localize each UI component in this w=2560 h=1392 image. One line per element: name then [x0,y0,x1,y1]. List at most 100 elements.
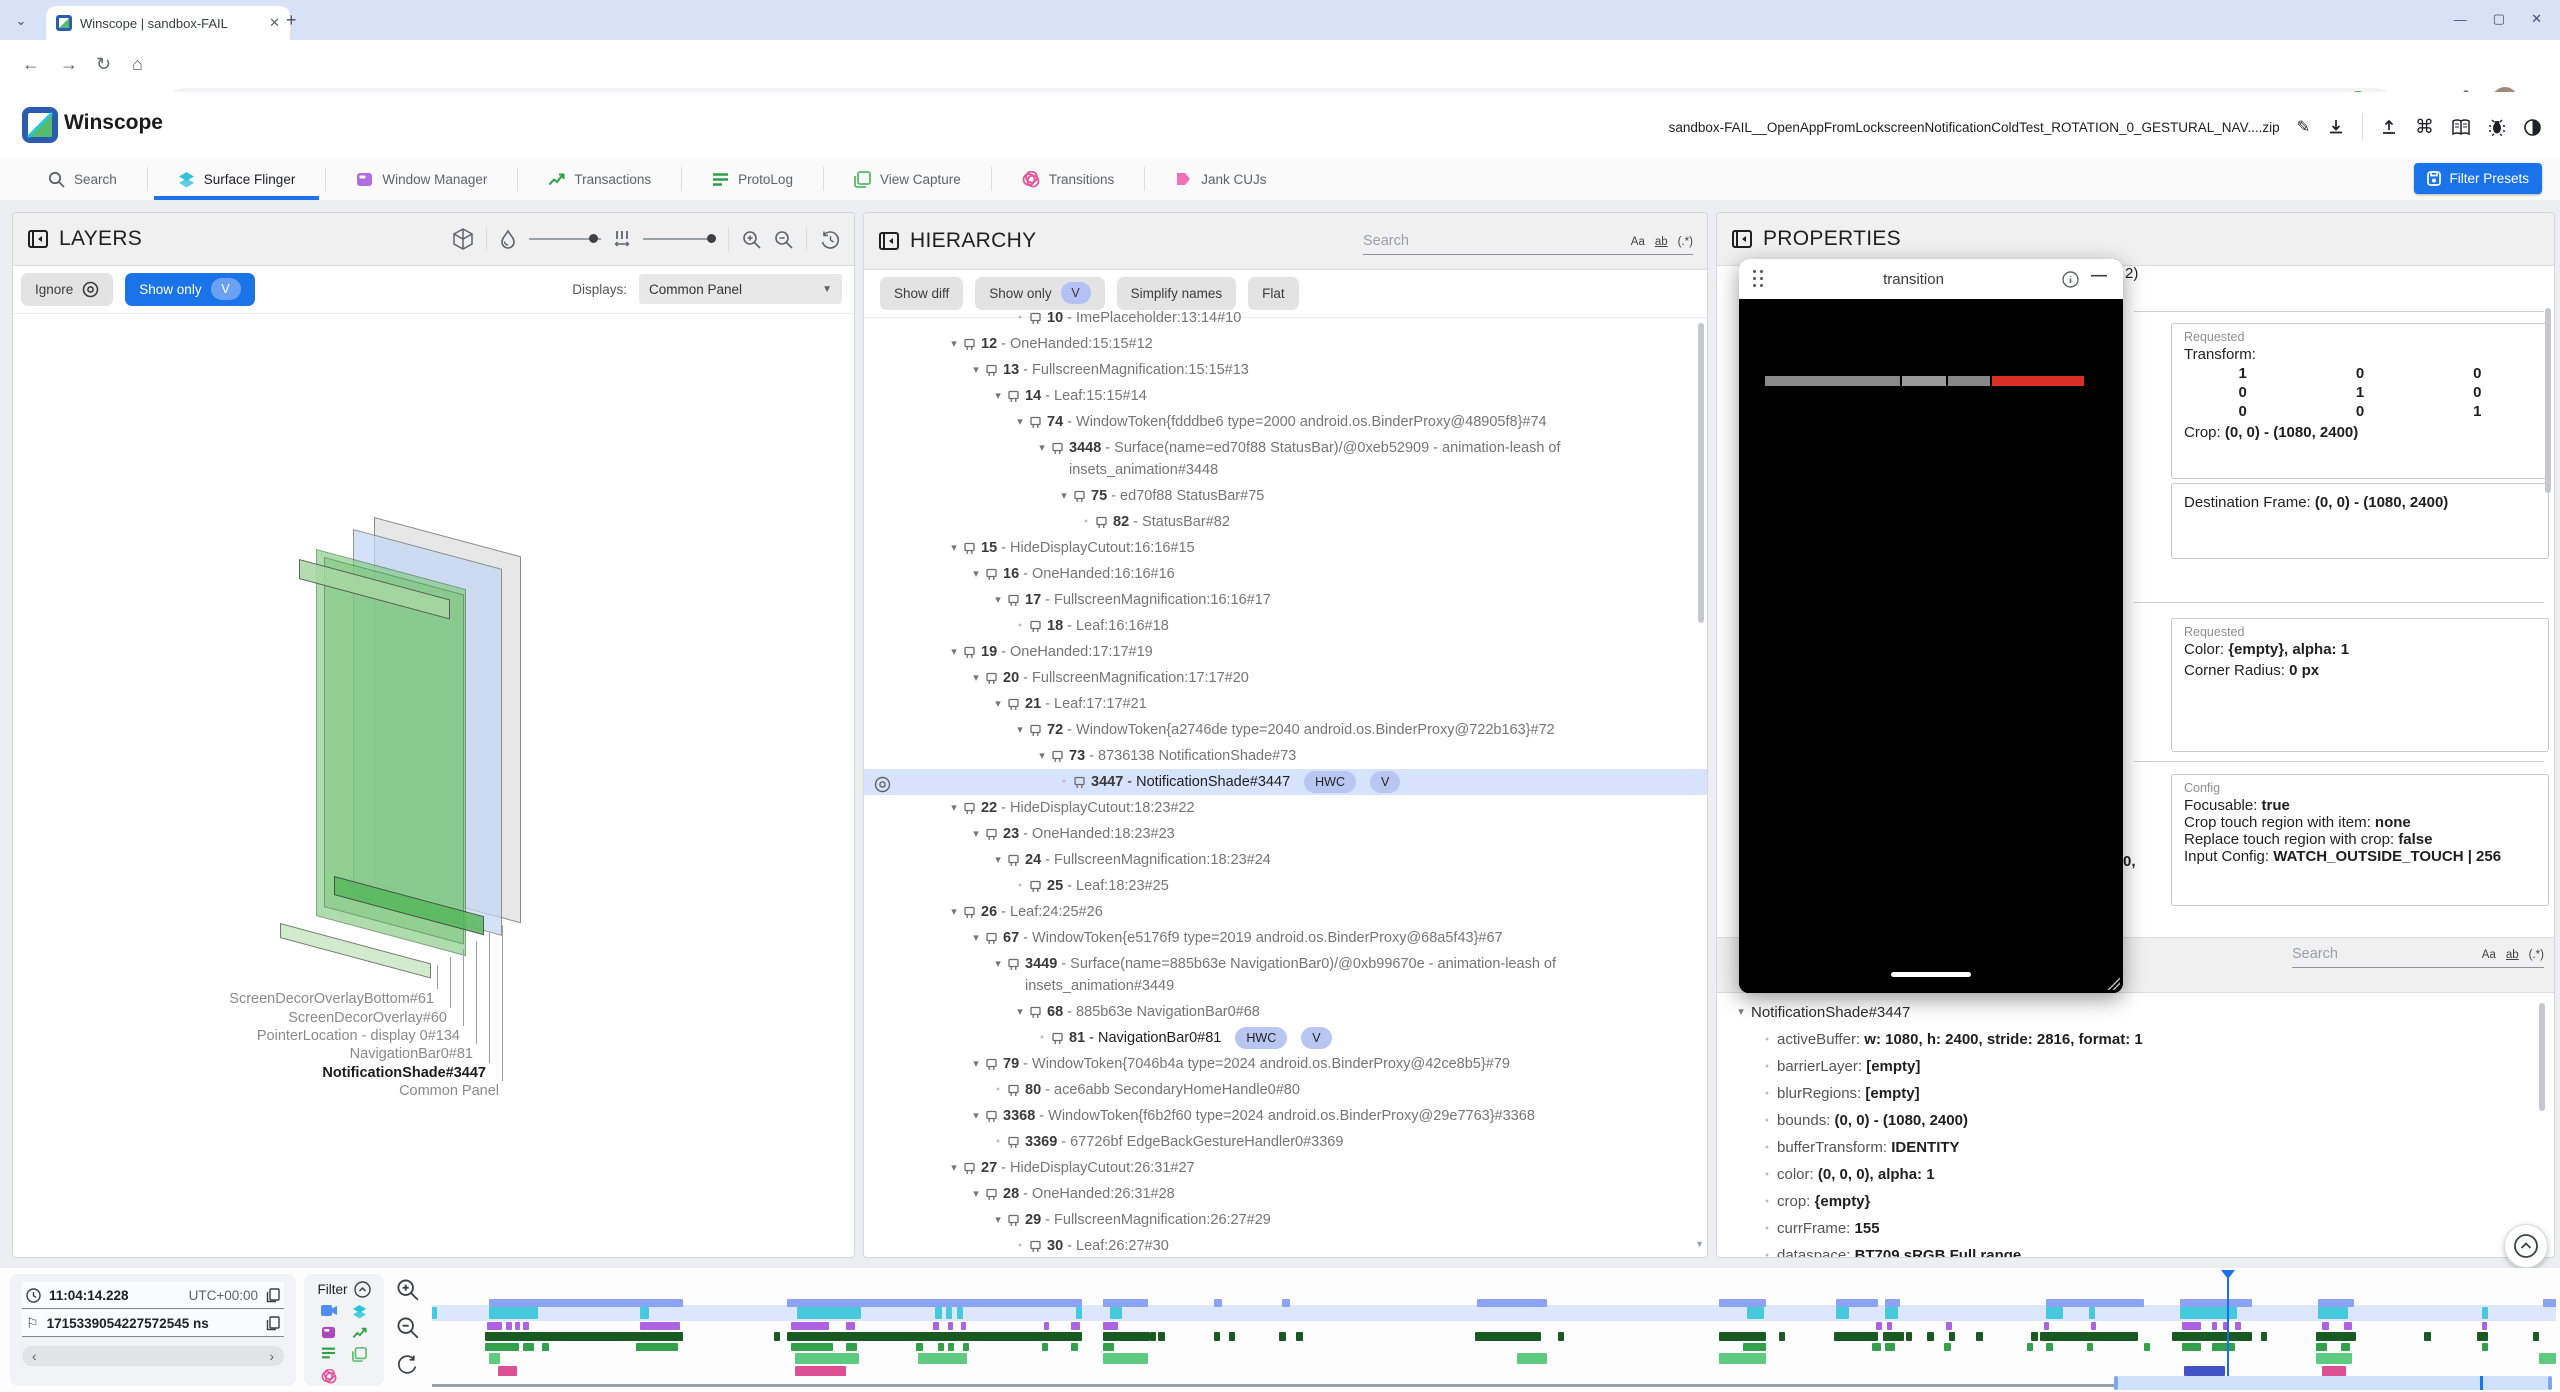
tab-search[interactable]: Search [18,158,147,200]
hierarchy-row[interactable]: ●18 - Leaf:16:16#18 [864,613,1707,639]
expand-arrow-icon[interactable]: ▾ [944,639,964,665]
property-row[interactable]: ●activeBuffer: w: 1080, h: 2400, stride:… [1757,1026,2554,1053]
upload-icon[interactable] [2380,118,2398,136]
tab-search-icon[interactable]: ⌄ [8,8,34,34]
scroll-right-icon[interactable]: › [269,1348,274,1364]
expand-arrow-icon[interactable]: ▾ [966,1181,986,1207]
expand-arrow-icon[interactable]: ▾ [1032,435,1052,461]
layer-label[interactable]: Common Panel [169,1083,499,1099]
property-row[interactable]: ●currFrame: 155 [1757,1215,2554,1242]
expand-arrow-icon[interactable]: ▾ [1010,717,1030,743]
zoom-out-icon[interactable] [774,230,793,249]
hierarchy-row[interactable]: ▾16 - OneHanded:16:16#16 [864,561,1707,587]
hierarchy-scrollbar[interactable] [1698,323,1704,623]
view-capture-icon[interactable] [352,1347,367,1362]
expand-arrow-icon[interactable]: ▾ [988,383,1008,409]
hierarchy-row[interactable]: ●25 - Leaf:18:23#25 [864,873,1707,899]
whole-word-toggle[interactable]: ab [1655,236,1668,248]
timeline-cursor[interactable] [2227,1270,2229,1378]
docs-book-icon[interactable] [2451,119,2471,136]
properties-search[interactable]: Search Aa ab (.*) [2292,946,2544,968]
download-icon[interactable] [2327,118,2345,136]
hierarchy-row[interactable]: ●3447 - NotificationShade#3447HWCV [864,769,1707,795]
timeline-track-transitions[interactable] [432,1366,2556,1376]
hierarchy-row[interactable]: ▾67 - WindowToken{e5176f9 type=2019 andr… [864,925,1707,951]
property-row[interactable]: ●dataspace: BT709 sRGB Full range [1757,1242,2554,1257]
edit-icon[interactable]: ✎ [2297,117,2310,137]
collapse-panel-icon[interactable] [27,228,49,250]
hierarchy-row[interactable]: ▾3449 - Surface(name=885b63e NavigationB… [864,951,1707,999]
hierarchy-row[interactable]: ▾28 - OneHanded:26:31#28 [864,1181,1707,1207]
tab-close-icon[interactable]: ✕ [269,15,280,31]
hierarchy-row[interactable]: ▾68 - 885b63e NavigationBar0#68 [864,999,1707,1025]
hierarchy-row[interactable]: ▾3368 - WindowToken{f6b2f60 type=2024 an… [864,1103,1707,1129]
hierarchy-row[interactable]: ▾15 - HideDisplayCutout:16:16#15 [864,535,1707,561]
window-minimize-icon[interactable]: — [2454,12,2467,27]
human-time-field[interactable]: 11:04:14.228 UTC+00:00 [22,1282,284,1309]
hierarchy-row[interactable]: ▾12 - OneHanded:15:15#12 [864,331,1707,357]
ns-time-field[interactable]: ⚐ 1715339054227572545 ns [22,1310,284,1337]
expand-arrow-icon[interactable]: ▾ [1731,999,1751,1026]
timeline-track-surface-flinger[interactable] [432,1307,2556,1319]
tab-protolog[interactable]: ProtoLog [682,158,823,200]
timeline-track-screen-recording[interactable] [432,1299,2556,1307]
hierarchy-search[interactable]: Search Aa ab (.*) [1363,233,1693,255]
expand-arrow-icon[interactable]: ▾ [966,665,986,691]
hierarchy-row[interactable]: ▾14 - Leaf:15:15#14 [864,383,1707,409]
hierarchy-row[interactable]: ▾13 - FullscreenMagnification:15:15#13 [864,357,1707,383]
collapse-filter-icon[interactable] [354,1281,371,1298]
screen-recording-icon[interactable] [321,1304,337,1317]
hierarchy-row[interactable]: ▾27 - HideDisplayCutout:26:31#27 [864,1155,1707,1181]
property-row[interactable]: ●bounds: (0, 0) - (1080, 2400) [1757,1107,2554,1134]
home-icon[interactable]: ⌂ [132,54,143,75]
surface-flinger-icon[interactable] [352,1304,367,1319]
scroll-down-arrow-icon[interactable]: ▼ [1695,1239,1704,1249]
hierarchy-row[interactable]: ▾74 - WindowToken{fdddbe6 type=2000 andr… [864,409,1707,435]
ignore-chip[interactable]: Ignore [21,273,113,306]
hierarchy-row[interactable]: ▾17 - FullscreenMagnification:16:16#17 [864,587,1707,613]
shortcuts-icon[interactable]: ⌘ [2415,116,2434,139]
hierarchy-row[interactable]: ●81 - NavigationBar0#81HWCV [864,1025,1707,1051]
hierarchy-row[interactable]: ▾75 - ed70f88 StatusBar#75 [864,483,1707,509]
layer-label[interactable]: ScreenDecorOverlay#60 [117,1010,447,1026]
layer-label[interactable]: NotificationShade#3447 [156,1065,486,1081]
resize-handle[interactable] [2107,977,2120,990]
overview-track[interactable] [432,1384,2114,1387]
property-row[interactable]: ●crop: {empty} [1757,1188,2554,1215]
scroll-left-icon[interactable]: ‹ [32,1348,37,1364]
expand-arrow-icon[interactable]: ▾ [966,357,986,383]
property-row[interactable]: ●color: (0, 0, 0), alpha: 1 [1757,1161,2554,1188]
expand-arrow-icon[interactable]: ▾ [944,899,964,925]
tab-jank-cujs[interactable]: Jank CUJs [1145,158,1296,200]
expand-arrow-icon[interactable]: ▾ [966,925,986,951]
hierarchy-row[interactable]: ●82 - StatusBar#82 [864,509,1707,535]
tab-view-capture[interactable]: View Capture [824,158,991,200]
properties-root-row[interactable]: ▾ NotificationShade#3447 [1731,999,2554,1026]
expand-arrow-icon[interactable]: ▾ [944,331,964,357]
property-row[interactable]: ●blurRegions: [empty] [1757,1080,2554,1107]
visibility-icon[interactable] [874,776,891,793]
displays-dropdown[interactable]: Common Panel▼ [639,274,842,304]
window-manager-icon[interactable] [321,1326,336,1339]
properties-scrollbar[interactable] [2545,308,2551,493]
transactions-icon[interactable] [352,1326,367,1340]
reload-icon[interactable]: ↻ [96,54,111,75]
hierarchy-row[interactable]: ▾3448 - Surface(name=ed70f88 StatusBar)/… [864,435,1707,483]
hierarchy-row[interactable]: ▾26 - Leaf:24:25#26 [864,899,1707,925]
hierarchy-row[interactable]: ●30 - Leaf:26:27#30 [864,1233,1707,1257]
reset-view-icon[interactable] [820,230,840,249]
hierarchy-row[interactable]: ▾29 - FullscreenMagnification:26:27#29 [864,1207,1707,1233]
hierarchy-row[interactable]: ▾20 - FullscreenMagnification:17:17#20 [864,665,1707,691]
hierarchy-row[interactable]: ●80 - ace6abb SecondaryHomeHandle0#80 [864,1077,1707,1103]
timeline-canvas[interactable] [432,1268,2556,1392]
hierarchy-row[interactable]: ▾23 - OneHanded:18:23#23 [864,821,1707,847]
property-row[interactable]: ●bufferTransform: IDENTITY [1757,1134,2554,1161]
timeline-track-transactions[interactable] [432,1332,2556,1341]
expand-arrow-icon[interactable]: ▾ [988,1207,1008,1233]
copy-icon[interactable] [266,1316,280,1331]
dark-mode-icon[interactable] [2523,118,2542,137]
overview-selection[interactable] [2114,1376,2552,1390]
hierarchy-row[interactable]: ▾24 - FullscreenMagnification:18:23#24 [864,847,1707,873]
properties-list-scrollbar[interactable] [2539,1003,2545,1111]
expand-arrow-icon[interactable]: ▾ [966,561,986,587]
